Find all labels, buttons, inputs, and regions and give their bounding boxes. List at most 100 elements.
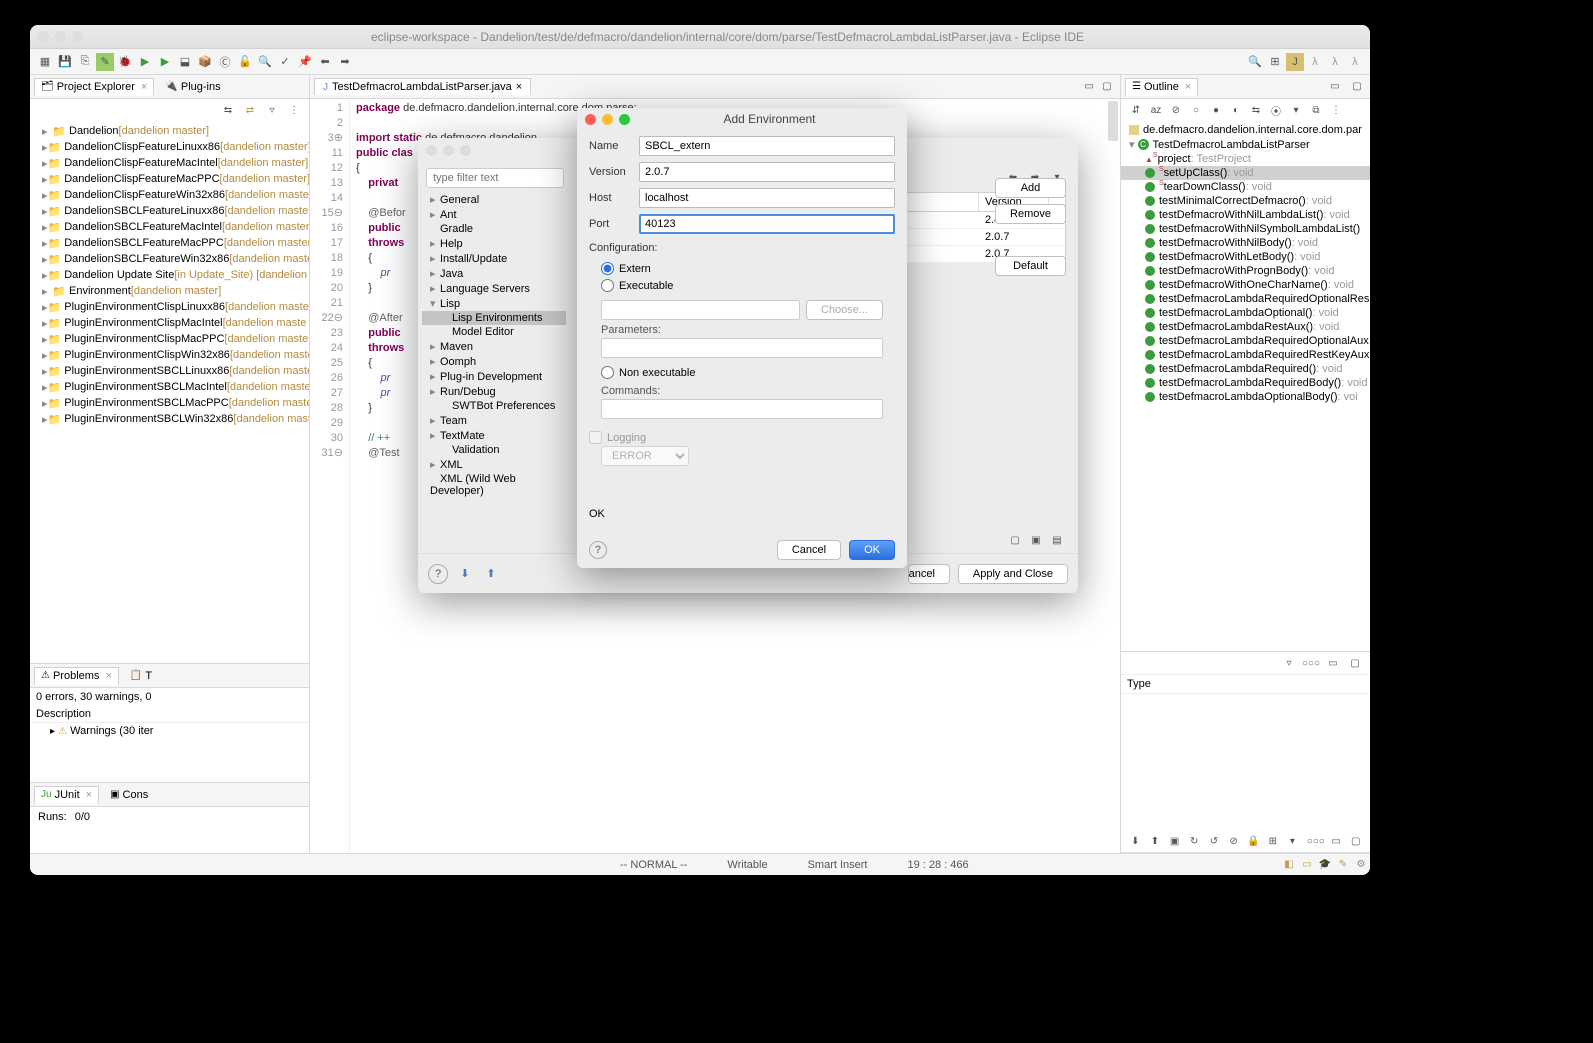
more3-icon[interactable]: ⋮: [1327, 101, 1345, 119]
hide-nonpublic-icon[interactable]: ●: [1207, 101, 1225, 119]
outline-method[interactable]: testDefmacroLambdaRestAux() : void: [1121, 320, 1370, 334]
prefs-zoom-icon[interactable]: [460, 145, 471, 156]
prefs-tree-item[interactable]: ▸Ant: [422, 207, 566, 222]
project-item[interactable]: ▸📁DandelionClispFeatureWin32x86 [dandeli…: [30, 187, 309, 203]
status-icon4[interactable]: ✎: [1334, 856, 1352, 874]
project-item[interactable]: ▸📁PluginEnvironmentClispLinuxx86 [dandel…: [30, 299, 309, 315]
outline-method[interactable]: testDefmacroLambdaRequiredOptionalAux: [1121, 334, 1370, 348]
prefs-tree-item[interactable]: ▸Language Servers: [422, 281, 566, 296]
search-icon[interactable]: 🔍: [1246, 53, 1264, 71]
pin-icon[interactable]: 📌: [296, 53, 314, 71]
filter-input[interactable]: [426, 168, 564, 188]
link-editor-icon[interactable]: ⇄: [241, 101, 259, 119]
close-outline-icon[interactable]: ×: [1185, 81, 1191, 93]
project-item[interactable]: ▸📁PluginEnvironmentSBCLWin32x86 [dandeli…: [30, 411, 309, 427]
outline-method[interactable]: testDefmacroWithNilBody() : void: [1121, 236, 1370, 250]
prefs-tree-item[interactable]: ▸Java: [422, 266, 566, 281]
scrollbar-thumb[interactable]: [1108, 101, 1118, 141]
status-icon1[interactable]: ◧: [1280, 856, 1298, 874]
status-icon2[interactable]: ▭: [1298, 856, 1316, 874]
expand-icon[interactable]: ▸: [50, 726, 55, 737]
executable-radio[interactable]: [601, 279, 614, 292]
project-explorer-tab[interactable]: 🗂 Project Explorer ×: [34, 78, 154, 96]
close-problems-icon[interactable]: ×: [105, 670, 111, 682]
lambda3-icon[interactable]: λ: [1346, 53, 1364, 71]
project-item[interactable]: ▸📁DandelionClispFeatureMacPPC [dandelion…: [30, 171, 309, 187]
dlg-cancel-button[interactable]: Cancel: [777, 540, 841, 560]
prefs-close-icon[interactable]: [426, 145, 437, 156]
min-outline-icon[interactable]: ▭: [1324, 654, 1342, 672]
import-icon[interactable]: ⬇: [456, 565, 474, 583]
dlg-ok-button[interactable]: OK: [849, 540, 895, 560]
prefs-tree-item[interactable]: Validation: [422, 443, 566, 457]
prefs-tree-item[interactable]: XML (Wild Web Developer): [422, 472, 566, 498]
maximize-outline-icon[interactable]: ▢: [1348, 78, 1366, 96]
menu-outline-icon[interactable]: ○○○: [1302, 654, 1320, 672]
more2-icon[interactable]: ⧉: [1307, 101, 1325, 119]
j-rerun-fail-icon[interactable]: ↺: [1206, 833, 1223, 851]
dlg-close-icon[interactable]: [585, 114, 596, 125]
outline-method[interactable]: SsetUpClass() : void: [1121, 166, 1370, 180]
close-junit-icon[interactable]: ×: [86, 789, 92, 801]
host-input[interactable]: [639, 188, 895, 208]
executable-path-input[interactable]: [601, 300, 800, 320]
outline-method[interactable]: testDefmacroLambdaRequiredBody() : void: [1121, 376, 1370, 390]
port-input[interactable]: [639, 214, 895, 234]
filter-icon[interactable]: ▿: [263, 101, 281, 119]
name-input[interactable]: [639, 136, 895, 156]
apply-close-button[interactable]: Apply and Close: [958, 564, 1068, 584]
outline-tab[interactable]: ☰ Outline ×: [1125, 78, 1198, 96]
minimize-view-icon[interactable]: ▭: [1080, 78, 1098, 96]
parameters-input[interactable]: [601, 338, 883, 358]
j-next-fail-icon[interactable]: ⬇: [1127, 833, 1144, 851]
run-last-icon[interactable]: ▶: [156, 53, 174, 71]
prefs-tree-item[interactable]: Lisp Environments: [422, 311, 566, 325]
project-item[interactable]: ▸📁DandelionSBCLFeatureLinuxx86 [dandelio…: [30, 203, 309, 219]
prefs-tree-item[interactable]: ▸Install/Update: [422, 251, 566, 266]
j-stop-icon[interactable]: ▣: [1166, 833, 1183, 851]
prefs-tree-item[interactable]: ▾Lisp: [422, 296, 566, 311]
outline-method[interactable]: testDefmacroLambdaOptionalBody() : voi: [1121, 390, 1370, 404]
open-type-icon[interactable]: 🔓: [236, 53, 254, 71]
j-max-icon[interactable]: ▢: [1347, 833, 1364, 851]
debug-icon[interactable]: 🐞: [116, 53, 134, 71]
project-item[interactable]: ▸📁DandelionClispFeatureMacIntel [dandeli…: [30, 155, 309, 171]
dlg-help-icon[interactable]: ?: [589, 541, 607, 559]
outline-class[interactable]: ▾CTestDefmacroLambdaListParser: [1121, 137, 1370, 152]
help-icon[interactable]: ?: [428, 564, 448, 584]
j-rerun-icon[interactable]: ↻: [1186, 833, 1203, 851]
task-icon[interactable]: ✓: [276, 53, 294, 71]
status-icon5[interactable]: ⚙: [1352, 856, 1370, 874]
j-min-icon[interactable]: ▭: [1328, 833, 1345, 851]
project-item[interactable]: ▸📁DandelionSBCLFeatureWin32x86 [dandelio…: [30, 251, 309, 267]
lambda2-icon[interactable]: λ: [1326, 53, 1344, 71]
zoom-icon[interactable]: [72, 31, 83, 42]
junit-tab[interactable]: Ju JUnit ×: [34, 786, 99, 804]
open-perspective-icon[interactable]: ⊞: [1266, 53, 1284, 71]
minimize-icon[interactable]: [55, 31, 66, 42]
prefs-tree-item[interactable]: Model Editor: [422, 325, 566, 339]
prefs-tree-item[interactable]: ▸Plug-in Development: [422, 369, 566, 384]
back-nav-icon[interactable]: ⬅: [316, 53, 334, 71]
outline-method[interactable]: StearDownClass() : void: [1121, 180, 1370, 194]
close-icon[interactable]: [38, 31, 49, 42]
project-tree[interactable]: ▸📁Dandelion [dandelion master]▸📁Dandelio…: [30, 121, 309, 663]
new-class-icon[interactable]: Ⓒ: [216, 53, 234, 71]
project-item[interactable]: ▸📁PluginEnvironmentSBCLMacPPC [dandelion…: [30, 395, 309, 411]
outline-method[interactable]: testDefmacroWithNilLambdaList() : void: [1121, 208, 1370, 222]
project-item[interactable]: ▸📁Environment [dandelion master]: [30, 283, 309, 299]
close-tab-icon[interactable]: ×: [141, 81, 147, 93]
search-icon2[interactable]: 🔍: [256, 53, 274, 71]
problems-tab[interactable]: ⚠ Problems ×: [34, 667, 119, 685]
project-item[interactable]: ▸📁DandelionClispFeatureLinuxx86 [dandeli…: [30, 139, 309, 155]
save-icon[interactable]: 💾: [56, 53, 74, 71]
outline-body[interactable]: de.defmacro.dandelion.internal.core.dom.…: [1121, 121, 1370, 651]
outline-package[interactable]: de.defmacro.dandelion.internal.core.dom.…: [1121, 123, 1370, 137]
prefs-tree-item[interactable]: SWTBot Preferences: [422, 399, 566, 413]
corner-icon1[interactable]: ▢: [1006, 531, 1024, 549]
hide-static-icon[interactable]: ○: [1187, 101, 1205, 119]
prefs-min-icon[interactable]: [443, 145, 454, 156]
outline-method[interactable]: testDefmacroLambdaOptional() : void: [1121, 306, 1370, 320]
fwd-nav-icon[interactable]: ➡: [336, 53, 354, 71]
warnings-row[interactable]: ▸ ⚠ Warnings (30 iter: [30, 723, 309, 739]
